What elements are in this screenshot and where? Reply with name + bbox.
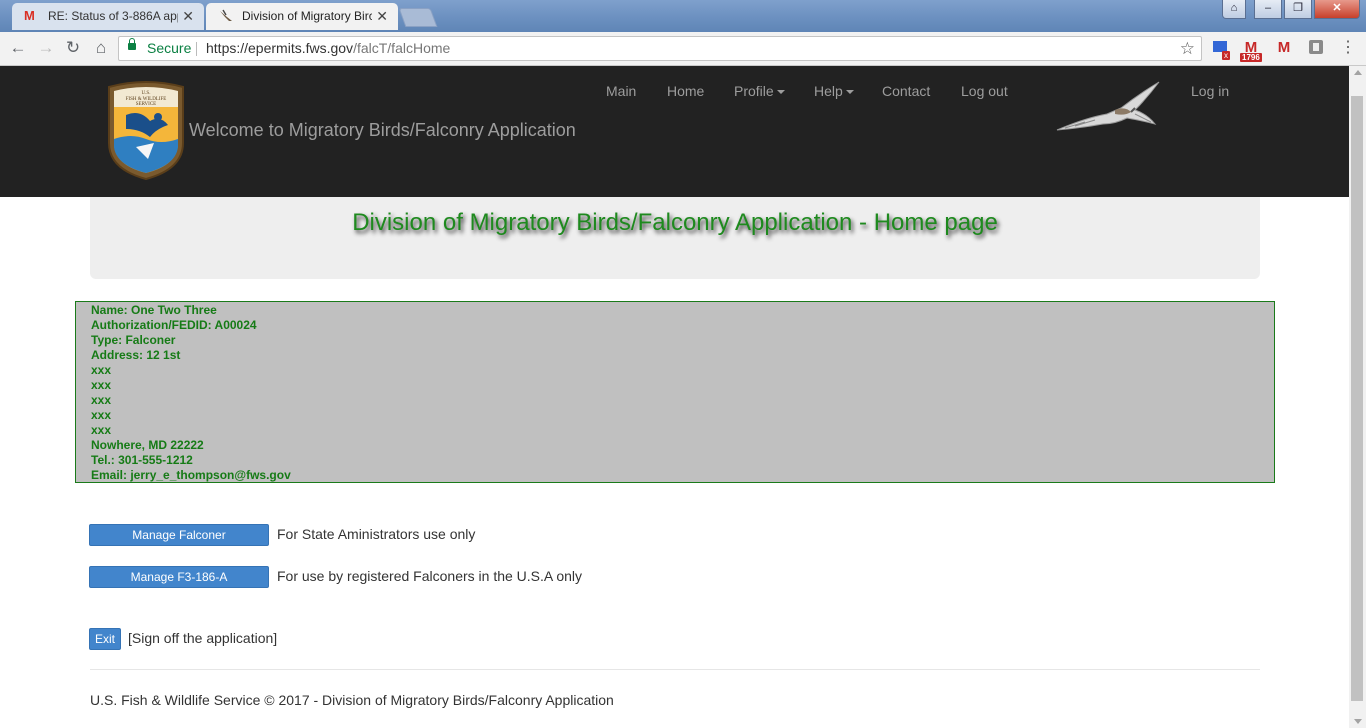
info-type: Type: Falconer [91,333,176,347]
caret-down-icon [845,90,854,95]
new-tab-button[interactable] [398,8,438,27]
info-address: Address: 12 1st [91,348,181,362]
exit-description: [Sign off the application] [128,630,278,646]
scrollbar-thumb[interactable] [1351,96,1363,701]
tab-title: Division of Migratory Birc [242,9,372,23]
window-controls: ⌂ – ❐ ✕ [1222,0,1360,20]
hawk-favicon [218,9,234,23]
browser-tab-falconry[interactable]: Division of Migratory Birc ✕ [206,3,398,30]
extension-badge: x [1222,51,1230,60]
lock-icon [128,38,136,50]
nav-label: Profile [734,83,774,99]
manage-f3-186a-button[interactable]: Manage F3-186-A [89,566,269,588]
nav-logout[interactable]: Log out [961,83,1008,99]
close-tab-icon[interactable]: ✕ [182,3,194,29]
nav-home[interactable]: Home [667,83,704,99]
info-authorization: Authorization/FEDID: A00024 [91,318,257,332]
browser-menu-icon[interactable]: ⋮ [1339,39,1357,57]
usfws-logo: U.S. FISH & WILDLIFE SERVICE [108,81,184,181]
nav-profile-dropdown[interactable]: Profile [734,83,785,99]
secure-label: Secure [147,40,192,56]
info-telephone: Tel.: 301-555-1212 [91,453,193,467]
page-scrollbar[interactable] [1349,66,1366,728]
footer-divider [90,669,1260,670]
manage-f3-186a-description: For use by registered Falconers in the U… [277,568,583,584]
divider [196,42,197,56]
nav-help-dropdown[interactable]: Help [814,83,854,99]
scroll-up-arrow-icon[interactable] [1354,70,1362,75]
info-address-line: xxx [91,408,112,422]
page-jumbotron: Division of Migratory Birds/Falconry App… [90,197,1260,279]
info-address-line: xxx [91,423,112,437]
exit-button[interactable]: Exit [89,628,121,650]
address-bar[interactable]: Secure https://epermits.fws.gov/falcT/fa… [118,36,1202,61]
nav-label: Home [667,83,705,99]
info-email: Email: jerry_e_thompson@fws.gov [91,468,291,482]
forward-arrow-icon[interactable]: → [35,37,57,59]
scroll-down-arrow-icon[interactable] [1354,719,1362,724]
back-arrow-icon[interactable]: ← [7,37,29,59]
footer-copyright: U.S. Fish & Wildlife Service © 2017 - Di… [90,692,614,708]
close-tab-icon[interactable]: ✕ [376,3,388,29]
tab-title: RE: Status of 3-886A app [48,9,178,23]
info-address-line: xxx [91,378,112,392]
svg-text:SERVICE: SERVICE [136,102,156,107]
url-path: /falcT/falcHome [353,40,451,56]
caret-down-icon [776,90,785,95]
info-address-line: xxx [91,363,112,377]
nav-label: Main [606,83,637,99]
url-text: https://epermits.fws.gov/falcT/falcHome [206,37,450,60]
extension-icon-2[interactable] [1307,39,1325,57]
nav-label: Help [814,83,843,99]
gmail-icon: M [24,8,35,23]
site-welcome-title: Welcome to Migratory Birds/Falconry Appl… [189,120,576,140]
browser-toolbar: ← → ↻ ⌂ Secure https://epermits.fws.gov/… [0,32,1366,66]
manage-falconer-description: For State Aministrators use only [277,526,476,542]
nav-contact[interactable]: Contact [882,83,930,99]
maximize-icon[interactable]: ❐ [1284,0,1312,19]
bookmark-star-icon[interactable]: ☆ [1180,37,1195,60]
hawk-illustration [1056,81,1160,131]
user-info-panel: Name: One Two Three Authorization/FEDID:… [75,301,1275,483]
extension-icon[interactable]: x [1212,39,1230,60]
svg-text:U.S.: U.S. [142,91,151,96]
nav-label: Log out [961,83,1008,99]
browser-titlebar: M RE: Status of 3-886A app ✕ Division of… [0,0,1366,32]
info-name: Name: One Two Three [91,303,217,317]
site-header: U.S. FISH & WILDLIFE SERVICE Welcome to … [0,66,1349,197]
page-title: Division of Migratory Birds/Falconry App… [352,209,998,236]
user-profile-icon[interactable]: ⌂ [1222,0,1246,19]
reload-icon[interactable]: ↻ [62,37,84,59]
home-icon[interactable]: ⌂ [90,37,112,59]
nav-label: Contact [882,83,931,99]
info-city-state: Nowhere, MD 22222 [91,438,204,452]
gmail-unread-badge: 1796 [1240,53,1262,62]
page-viewport: U.S. FISH & WILDLIFE SERVICE Welcome to … [0,66,1349,728]
nav-main[interactable]: Main [606,83,636,99]
mail-checker-icon[interactable]: M [1275,39,1293,57]
nav-login[interactable]: Log in [1191,83,1229,99]
minimize-icon[interactable]: – [1254,0,1282,19]
info-address-line: xxx [91,393,112,407]
close-window-icon[interactable]: ✕ [1314,0,1360,19]
manage-falconer-button[interactable]: Manage Falconer [89,524,269,546]
gmail-extension-icon[interactable]: M 1796 [1240,39,1262,62]
url-host: https://epermits.fws.gov [206,40,354,56]
browser-tab-gmail[interactable]: M RE: Status of 3-886A app ✕ [12,3,204,30]
